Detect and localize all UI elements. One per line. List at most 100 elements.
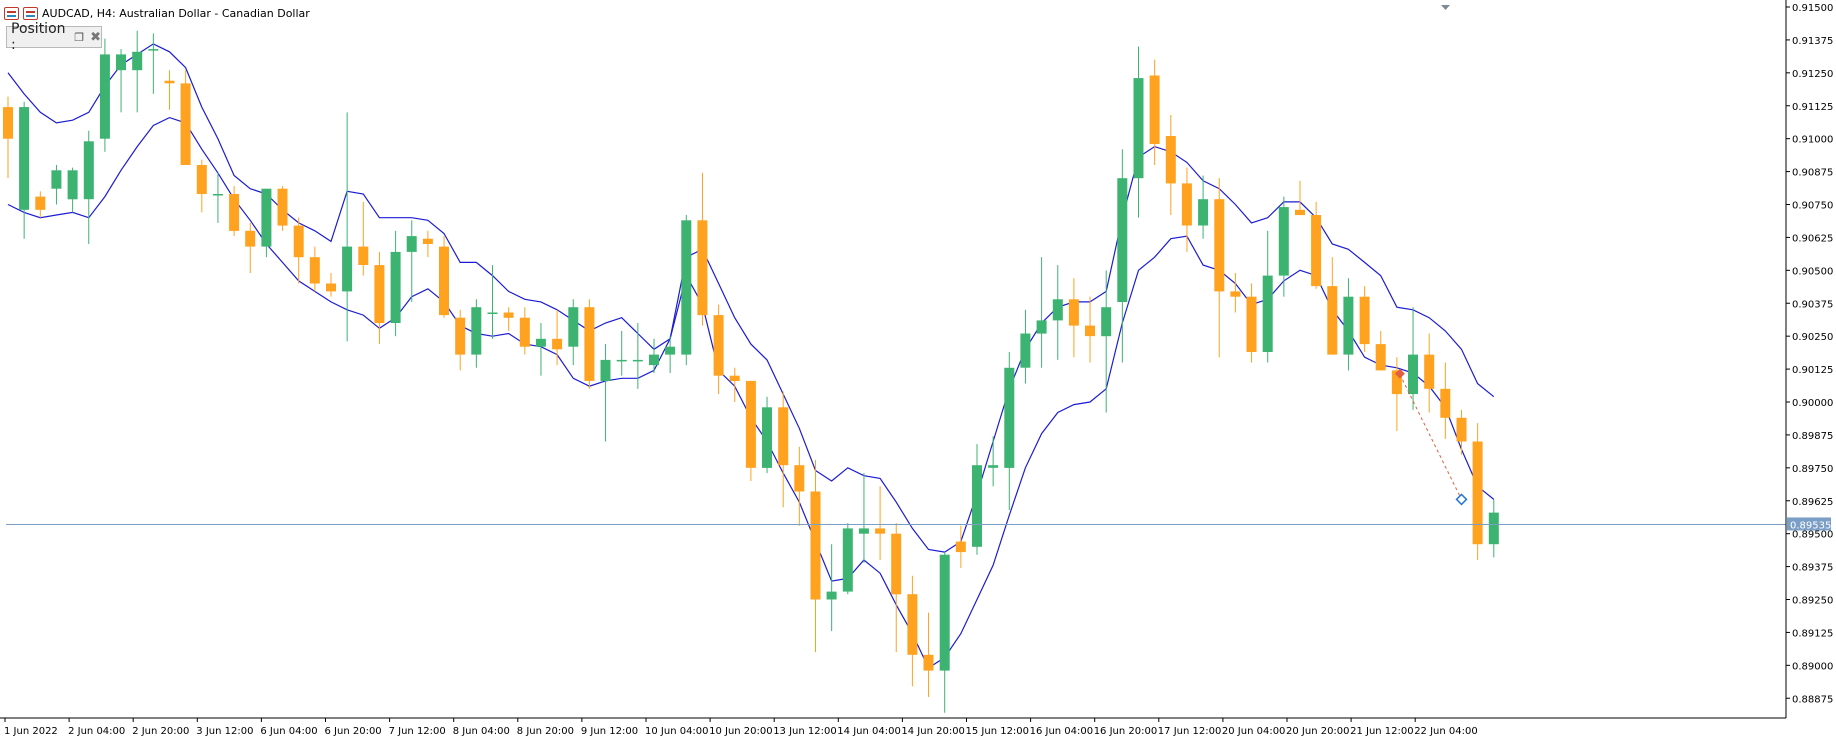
- candle-body: [83, 141, 94, 200]
- candle-body: [196, 165, 207, 194]
- candle-body: [762, 407, 772, 468]
- candle-body: [358, 246, 369, 265]
- candle-body: [180, 83, 191, 165]
- x-tick-label: 2 Jun 20:00: [132, 726, 189, 737]
- candle-body: [552, 338, 563, 350]
- y-tick-label: 0.91250: [1792, 69, 1833, 80]
- x-tick-label: 10 Jun 20:00: [709, 726, 773, 737]
- y-tick-label: 0.90750: [1792, 201, 1833, 212]
- candle-body: [3, 107, 13, 139]
- candle-body: [826, 591, 837, 600]
- candle-body: [1036, 320, 1047, 334]
- x-tick-label: 9 Jun 12:00: [581, 726, 638, 737]
- candle-body: [1456, 417, 1467, 442]
- candle-body: [1101, 307, 1112, 337]
- candle-body: [293, 225, 304, 258]
- candle-body: [1004, 367, 1015, 468]
- candle-body: [713, 315, 724, 376]
- position-panel[interactable]: Position : ❐ ✖: [6, 21, 102, 53]
- y-tick-label: 0.91125: [1792, 102, 1833, 113]
- candle-body: [778, 407, 789, 466]
- candle-body: [439, 246, 449, 316]
- candle-body: [697, 220, 708, 316]
- candle-body: [1343, 296, 1354, 355]
- candle-body: [261, 188, 272, 247]
- candle-body: [1295, 209, 1305, 216]
- candle-body: [1181, 183, 1192, 226]
- y-tick-label: 0.90000: [1792, 398, 1833, 409]
- x-tick-label: 6 Jun 04:00: [260, 726, 317, 737]
- y-tick-label: 0.89625: [1792, 497, 1833, 508]
- candle-body: [342, 246, 353, 292]
- candle-body: [632, 359, 643, 362]
- candle-body: [842, 528, 853, 592]
- candle-body: [1149, 75, 1160, 144]
- candle-body: [99, 54, 110, 139]
- chart-title-bar: AUDCAD, H4: Australian Dollar - Canadian…: [4, 4, 310, 22]
- y-tick-label: 0.89875: [1792, 431, 1833, 442]
- candle-body: [875, 528, 886, 534]
- candle-body: [132, 51, 143, 71]
- y-tick-label: 0.90625: [1792, 233, 1833, 244]
- candle-body: [988, 465, 999, 468]
- candle-body: [649, 354, 659, 366]
- candle-body: [212, 194, 223, 196]
- chart-window-icon[interactable]: [4, 6, 19, 20]
- candle-body: [923, 654, 934, 671]
- candle-body: [374, 265, 385, 323]
- chart-window[interactable]: 0.89535 0.91500 0.91375 0.91250 0.91125 0.91…: [0, 0, 1836, 742]
- candle-body: [1472, 441, 1483, 545]
- candle-body: [568, 307, 579, 347]
- candle-body: [229, 194, 240, 231]
- candle-body: [1440, 388, 1451, 418]
- candle-body: [390, 251, 401, 323]
- trade-close-marker: [1455, 493, 1468, 506]
- y-tick-label: 0.91500: [1792, 3, 1833, 14]
- candle-body: [487, 312, 498, 314]
- candle-body: [1020, 333, 1031, 368]
- x-tick-label: 8 Jun 20:00: [517, 726, 574, 737]
- x-tick-label: 14 Jun 20:00: [901, 726, 965, 737]
- candle-body: [67, 170, 78, 200]
- restore-icon[interactable]: ❐: [74, 31, 84, 44]
- candle-body: [1262, 275, 1273, 352]
- candle-body: [1359, 296, 1370, 345]
- candle-body: [600, 359, 611, 381]
- price-chart[interactable]: 0.89535 0.915000.913750.912500.911250.91…: [0, 0, 1836, 742]
- x-tick-label: 6 Jun 20:00: [325, 726, 382, 737]
- candle-body: [972, 465, 982, 547]
- close-icon[interactable]: ✖: [90, 30, 101, 45]
- candle-body: [1311, 215, 1322, 287]
- candle-body: [519, 317, 530, 347]
- chart-window-icon[interactable]: [23, 6, 38, 20]
- candle-body: [939, 554, 950, 671]
- candle-body: [1052, 299, 1063, 321]
- x-tick-label: 10 Jun 04:00: [645, 726, 709, 737]
- candle-body: [1165, 136, 1176, 184]
- candle-body: [406, 236, 417, 252]
- x-tick-label: 7 Jun 12:00: [389, 726, 446, 737]
- x-tick-label: 2 Jun 04:00: [68, 726, 125, 737]
- candle-body: [164, 80, 175, 84]
- x-tick-label: 15 Jun 12:00: [966, 726, 1030, 737]
- candle-body: [891, 533, 902, 595]
- candle-body: [616, 359, 627, 362]
- x-tick-label: 3 Jun 12:00: [196, 726, 253, 737]
- y-tick-label: 0.90500: [1792, 266, 1833, 277]
- y-tick-label: 0.89500: [1792, 530, 1833, 541]
- candle-body: [810, 491, 821, 600]
- x-tick-label: 20 Jun 04:00: [1222, 726, 1286, 737]
- x-tick-label: 13 Jun 12:00: [773, 726, 837, 737]
- candle-body: [1133, 78, 1144, 179]
- candle-body: [1117, 178, 1128, 302]
- candle-body: [1408, 354, 1418, 395]
- candle-body: [471, 307, 482, 355]
- y-tick-label: 0.89250: [1792, 596, 1833, 607]
- x-tick-label: 16 Jun 04:00: [1030, 726, 1094, 737]
- chart-shift-marker: [1441, 5, 1450, 10]
- candle-body: [745, 380, 756, 468]
- candle-body: [51, 170, 62, 189]
- candle-body: [584, 307, 595, 381]
- x-tick-label: 21 Jun 12:00: [1350, 726, 1414, 737]
- candle-body: [309, 257, 320, 284]
